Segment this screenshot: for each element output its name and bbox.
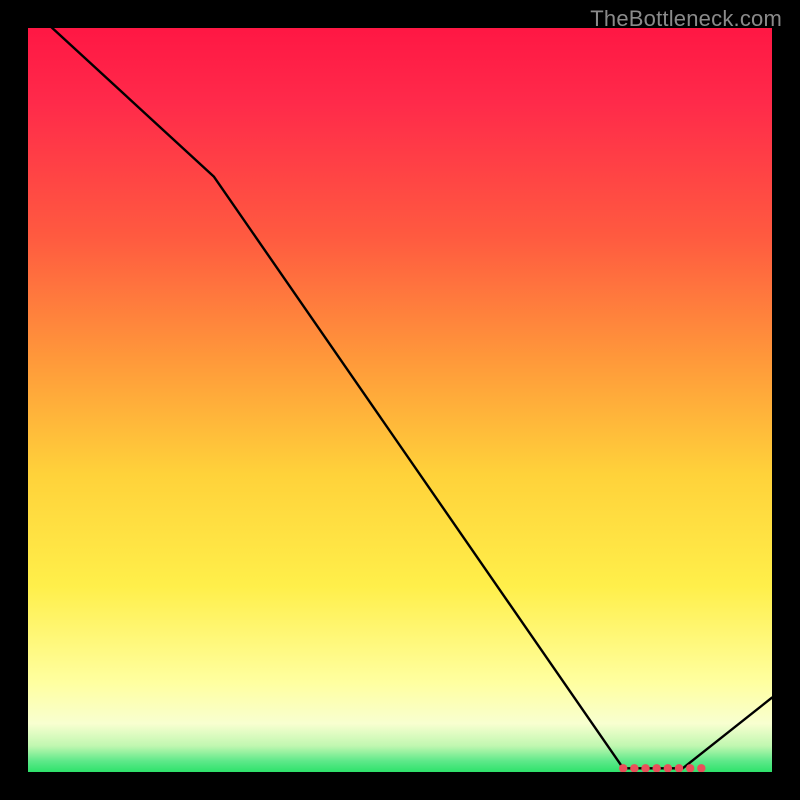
marker-point	[641, 764, 649, 772]
marker-point	[664, 764, 672, 772]
marker-point	[630, 764, 638, 772]
watermark-text: TheBottleneck.com	[590, 6, 782, 32]
chart-frame: TheBottleneck.com	[0, 0, 800, 800]
line-overlay	[28, 28, 772, 772]
marker-point	[697, 764, 705, 772]
marker-point	[675, 764, 683, 772]
data-curve	[28, 28, 772, 768]
marker-point	[652, 764, 660, 772]
